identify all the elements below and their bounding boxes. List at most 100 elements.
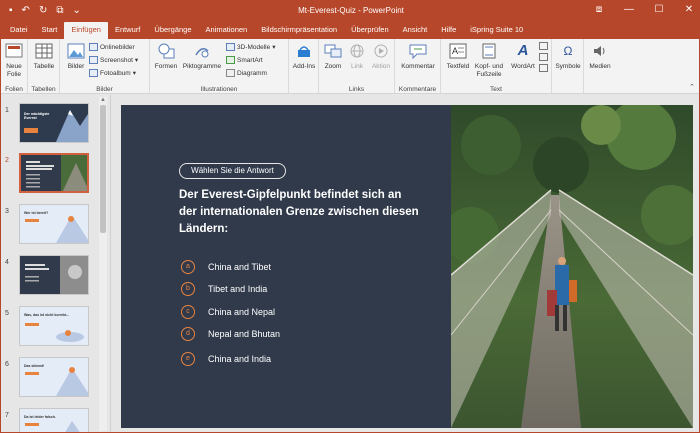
question-text[interactable]: Der Everest-Gipfelpunkt befindet sich an… — [179, 187, 419, 238]
collapse-ribbon-icon[interactable]: ⌃ — [689, 83, 695, 91]
slide-number: 1 — [5, 107, 9, 114]
chart-button[interactable]: Diagramm — [226, 68, 267, 78]
object-icon[interactable] — [539, 64, 548, 72]
header-footer-button[interactable]: Kopf- und Fußzeile — [471, 41, 507, 79]
thumbnail-slide-7[interactable]: 7 Da ist leider falsch. — [5, 408, 95, 432]
powerpoint-window: ▪ ↶ ↻ ⧉ ⌄ Mt-Everest-Quiz - PowerPoint ⧈… — [0, 0, 700, 433]
slide-text-panel: Wählen Sie die Antwort Der Everest-Gipfe… — [121, 105, 451, 428]
close-icon[interactable]: ✕ — [683, 4, 695, 15]
smartart-button[interactable]: SmartArt — [226, 55, 263, 65]
group-medien: Medien — [584, 39, 616, 94]
screenshot-icon — [89, 56, 98, 64]
photo-album-button[interactable]: Fotoalbum ▾ — [89, 68, 136, 78]
photo-album-label: Fotoalbum — [100, 69, 131, 77]
tab-ispring[interactable]: iSpring Suite 10 — [463, 22, 530, 39]
icons-icon — [192, 41, 212, 61]
thumbnail-slide-2[interactable]: 2 — [5, 153, 95, 195]
omega-icon: Ω — [563, 44, 573, 58]
table-icon — [34, 41, 54, 61]
slide-number: 2 — [5, 157, 9, 164]
answer-option-e[interactable]: e China and India — [181, 351, 271, 367]
tab-ansicht[interactable]: Ansicht — [396, 22, 435, 39]
answer-letter: e — [181, 352, 195, 366]
window-controls: ⧈ — ☐ ✕ — [593, 4, 695, 15]
tab-datei[interactable]: Datei — [3, 22, 35, 39]
maximize-icon[interactable]: ☐ — [653, 4, 665, 15]
slide-7-preview: Da ist leider falsch. — [19, 408, 89, 432]
thumbnail-slide-6[interactable]: 6 Das stimmt! — [5, 357, 95, 399]
speaker-icon — [590, 41, 610, 61]
ribbon: Neue Folie Folien Tabelle Tabellen Bilde… — [1, 39, 699, 94]
textbox-icon: A — [448, 41, 468, 61]
tab-uebergaenge[interactable]: Übergänge — [147, 22, 198, 39]
shapes-button[interactable]: Formen — [151, 41, 181, 71]
tab-start[interactable]: Start — [35, 22, 65, 39]
comment-label: Kommentar — [401, 63, 435, 70]
online-pictures-button[interactable]: Onlinebilder — [89, 42, 135, 52]
slide-number: 5 — [5, 310, 9, 317]
symbols-button[interactable]: Ω Symbole — [554, 41, 582, 71]
answer-option-c[interactable]: c China and Nepal — [181, 304, 275, 320]
online-pictures-icon — [89, 43, 98, 51]
picture-icon — [66, 41, 86, 61]
thumbnail-slide-3[interactable]: 3 Wer ist bereit? — [5, 204, 95, 246]
tab-hilfe[interactable]: Hilfe — [434, 22, 463, 39]
ribbon-tabs: Datei Start Einfügen Entwurf Übergänge A… — [1, 22, 699, 39]
group-links: Zoom Link Aktion Links — [319, 39, 395, 94]
answer-letter: a — [181, 260, 195, 274]
action-button[interactable]: Aktion — [367, 41, 395, 71]
globe-link-icon — [347, 41, 367, 61]
pictures-button[interactable]: Bilder — [62, 41, 90, 71]
online-pictures-label: Onlinebilder — [100, 43, 135, 51]
icons-button[interactable]: Piktogramme — [179, 41, 225, 71]
tab-ueberpruefen[interactable]: Überprüfen — [344, 22, 396, 39]
ribbon-display-icon[interactable]: ⧈ — [593, 4, 605, 15]
slide-number-icon[interactable] — [539, 53, 548, 61]
fallen-climber-illustration — [25, 323, 84, 342]
new-slide-icon — [4, 41, 24, 61]
media-button[interactable]: Medien — [586, 41, 614, 71]
add-ins-button[interactable]: Add-Ins — [290, 41, 318, 71]
thumbnail-slide-1[interactable]: 1 Der mächtigste Everest — [5, 103, 95, 145]
answer-option-d[interactable]: d Nepal and Bhutan — [181, 326, 280, 342]
tab-bildschirmpraesentation[interactable]: Bildschirmpräsentation — [254, 22, 344, 39]
suspension-bridge-photo[interactable] — [451, 105, 693, 428]
table-button[interactable]: Tabelle — [30, 41, 58, 71]
scroll-up-icon[interactable]: ▲ — [100, 97, 106, 103]
zoom-icon — [323, 41, 343, 61]
tab-entwurf[interactable]: Entwurf — [108, 22, 147, 39]
zoom-label: Zoom — [324, 63, 342, 70]
group-tabellen: Tabelle Tabellen — [28, 39, 60, 94]
comment-button[interactable]: Kommentar — [397, 41, 439, 71]
pictures-label: Bilder — [67, 63, 85, 70]
wordart-button[interactable]: A WordArt — [507, 41, 539, 71]
current-slide[interactable]: Wählen Sie die Antwort Der Everest-Gipfe… — [121, 105, 693, 428]
symbols-label: Symbole — [555, 63, 581, 70]
action-icon — [371, 41, 391, 61]
answer-option-b[interactable]: b Tibet and India — [181, 281, 267, 297]
thumbnail-slide-5[interactable]: 5 Was, das ist nicht korrekt... — [5, 306, 95, 348]
svg-text:A: A — [452, 46, 458, 56]
textbox-button[interactable]: A Textfeld — [443, 41, 473, 71]
tab-animationen[interactable]: Animationen — [199, 22, 255, 39]
screenshot-button[interactable]: Screenshot ▾ — [89, 55, 138, 65]
add-ins-label: Add-Ins — [292, 63, 316, 70]
tab-einfuegen[interactable]: Einfügen — [64, 22, 108, 39]
group-addins: Add-Ins — [289, 39, 319, 94]
thumbnail-scrollbar-thumb[interactable] — [100, 105, 106, 233]
slide-number: 6 — [5, 361, 9, 368]
summit-illustration — [25, 367, 88, 396]
chart-label: Diagramm — [237, 69, 267, 77]
answer-text: China and Nepal — [208, 307, 276, 317]
date-time-icon[interactable] — [539, 42, 548, 50]
group-folien-label: Folien — [5, 86, 23, 93]
3d-models-button[interactable]: 3D-Modelle ▾ — [226, 42, 276, 52]
new-slide-button[interactable]: Neue Folie — [1, 41, 27, 79]
link-label: Link — [351, 63, 363, 70]
answer-option-a[interactable]: a China and Tibet — [181, 259, 271, 275]
chevron-down-icon: ▾ — [272, 44, 276, 51]
smartart-label: SmartArt — [237, 56, 263, 64]
minimize-icon[interactable]: — — [623, 4, 635, 15]
answer-letter: d — [181, 327, 195, 341]
thumbnail-slide-4[interactable]: 4 — [5, 255, 95, 297]
